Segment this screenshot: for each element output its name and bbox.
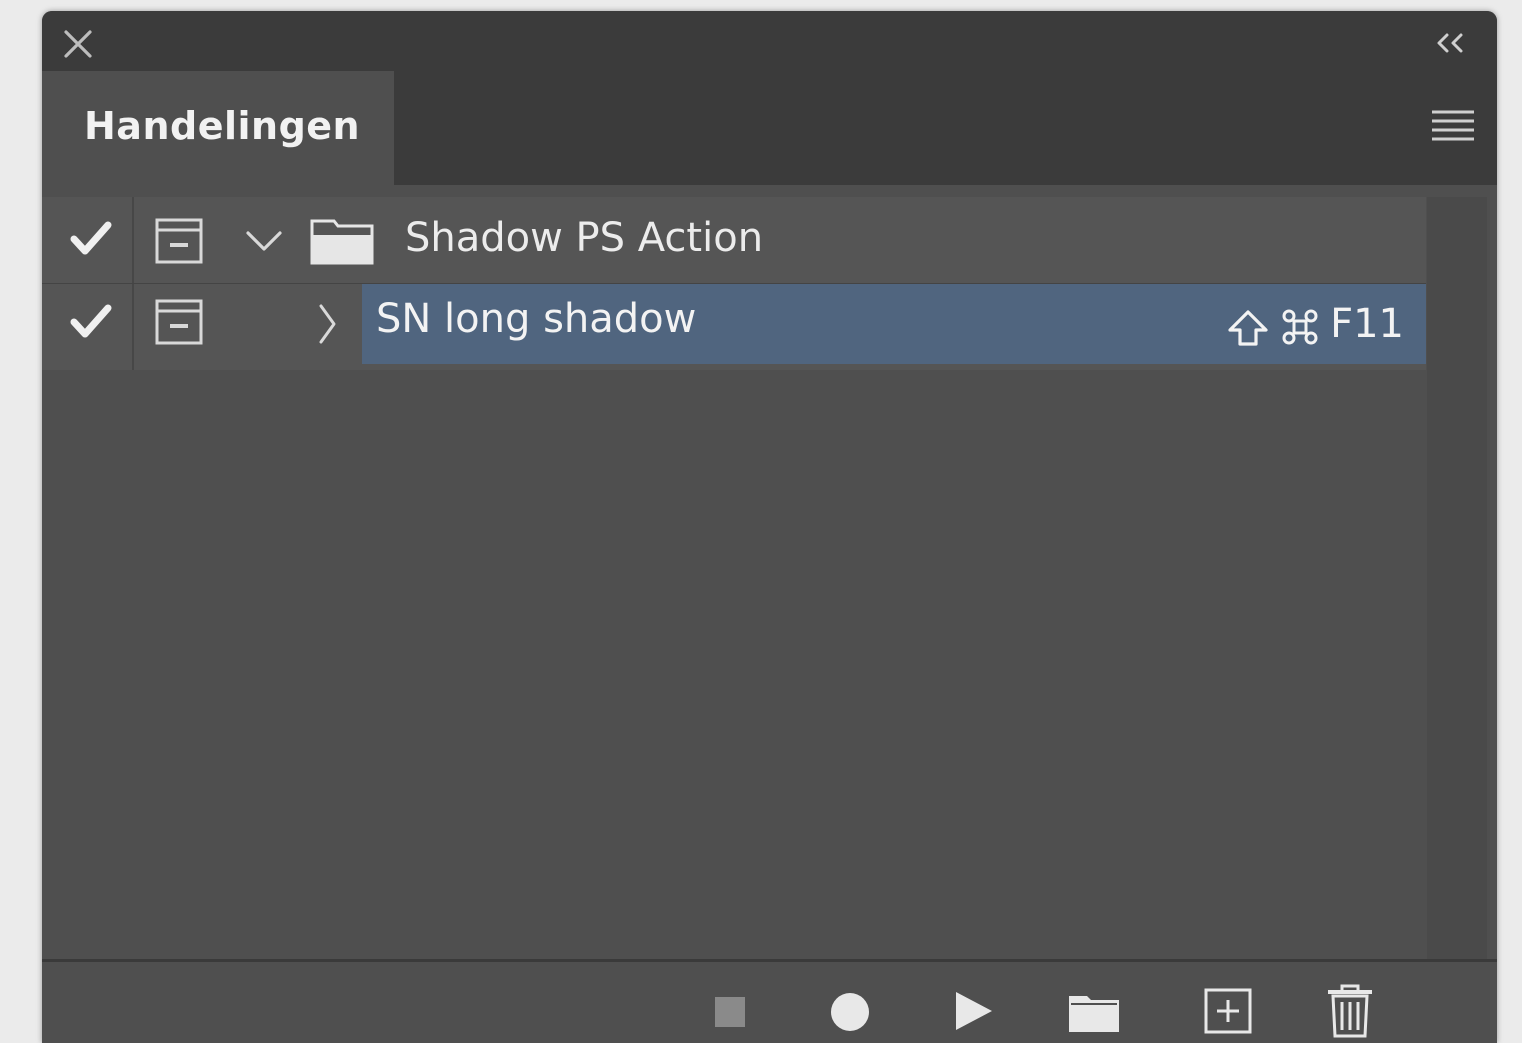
toggle-item-checkbox[interactable] (42, 197, 134, 283)
command-icon (1282, 309, 1318, 345)
shift-icon (1228, 310, 1268, 346)
new-action-icon (1204, 988, 1252, 1034)
action-set-label: Shadow PS Action (405, 215, 764, 261)
dialog-toggle-icon (155, 218, 203, 264)
new-action-button[interactable] (1204, 988, 1252, 1038)
toggle-dialog-button[interactable] (154, 298, 204, 346)
tab-handelingen[interactable]: Handelingen (42, 71, 394, 185)
expand-set-toggle[interactable] (242, 225, 286, 257)
folder-icon (310, 217, 374, 265)
actions-panel: Handelingen Shadow PS Action SN long sha… (42, 11, 1497, 1043)
tab-label: Handelingen (84, 104, 361, 148)
hamburger-menu-icon (1432, 110, 1474, 141)
close-button[interactable] (62, 28, 94, 60)
stop-icon (715, 997, 745, 1027)
dialog-toggle-icon (155, 299, 203, 345)
delete-button[interactable] (1326, 984, 1374, 1042)
new-set-button[interactable] (1067, 990, 1121, 1038)
expand-action-toggle[interactable] (314, 302, 340, 346)
trash-icon (1328, 984, 1372, 1038)
shortcut-key: F11 (1330, 301, 1404, 347)
double-chevron-left-icon (1437, 33, 1463, 53)
collapse-panel-button[interactable] (1431, 29, 1471, 57)
close-icon (64, 30, 92, 58)
action-set-row[interactable]: Shadow PS Action (42, 197, 1426, 284)
record-button[interactable] (830, 992, 870, 1036)
list-scrollbar[interactable] (1427, 197, 1487, 959)
checkmark-icon (70, 221, 112, 255)
new-set-icon (1069, 996, 1119, 1032)
play-icon (956, 992, 992, 1030)
chevron-right-icon (319, 304, 336, 344)
actions-list: Shadow PS Action SN long shadow F11 (42, 197, 1426, 373)
toggle-dialog-button[interactable] (154, 217, 204, 265)
selected-action-highlight[interactable]: SN long shadow F11 (362, 284, 1426, 364)
action-label: SN long shadow (376, 296, 697, 342)
stop-button[interactable] (714, 996, 746, 1032)
panel-menu-button[interactable] (1431, 109, 1475, 143)
panel-titlebar (42, 11, 1497, 67)
record-icon (831, 993, 869, 1031)
checkmark-icon (70, 304, 112, 338)
panel-tabbar: Handelingen (42, 67, 1497, 185)
play-button[interactable] (954, 990, 994, 1036)
chevron-down-icon (246, 231, 282, 251)
panel-footer-toolbar (42, 959, 1497, 1043)
action-shortcut: F11 (1226, 296, 1404, 352)
toggle-item-checkbox[interactable] (42, 284, 134, 370)
action-row[interactable]: SN long shadow F11 (42, 284, 1426, 370)
